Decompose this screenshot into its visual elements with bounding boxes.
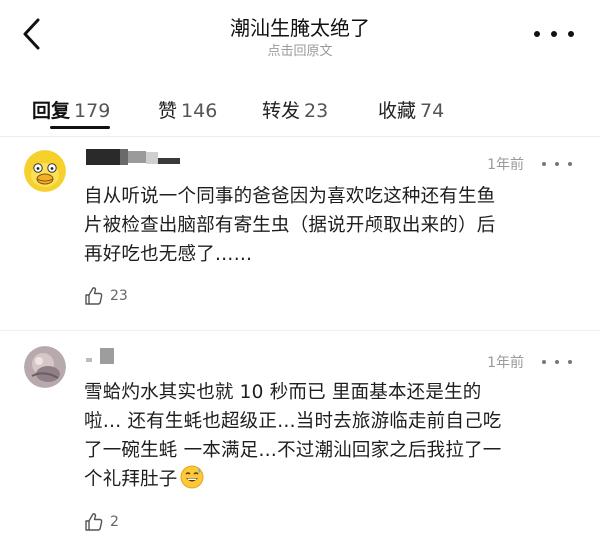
comment-text: 自从听说一个同事的爸爸因为喜欢吃这种还有生鱼 片被检查出脑部有寄生虫（据说开颅取…: [84, 182, 584, 269]
comment-line: 了一碗生蚝 一本满足…不过潮汕回家之后我拉了一: [84, 440, 502, 461]
tab-label: 回复: [32, 100, 71, 122]
avatar[interactable]: [24, 150, 66, 192]
tab-favorites[interactable]: 收藏 74: [378, 96, 444, 123]
photo-avatar-icon: [24, 346, 66, 388]
like-button[interactable]: 23: [84, 286, 128, 306]
view-original-link[interactable]: 点击回原文: [0, 40, 600, 59]
tab-count: 74: [420, 100, 445, 122]
comment-separator: [0, 330, 600, 331]
tab-replies[interactable]: 回复 179: [32, 96, 110, 123]
more-dots-icon[interactable]: [542, 158, 572, 170]
active-tab-indicator: [50, 126, 110, 129]
comment-line-last: 个礼拜肚子: [84, 465, 584, 494]
like-button[interactable]: 2: [84, 512, 119, 532]
tab-label: 转发: [262, 100, 301, 122]
tab-count: 146: [181, 100, 218, 122]
username-redacted[interactable]: [86, 346, 146, 364]
comment-line: 再好吃也无感了……: [84, 244, 253, 265]
comment-text: 雪蛤灼水其实也就 10 秒而已 里面基本还是生的 啦… 还有生蚝也超级正…当时去…: [84, 378, 584, 494]
like-count: 2: [110, 514, 119, 530]
comment-time: 1年前: [487, 157, 524, 173]
tab-divider: [0, 136, 600, 137]
redacted-name-icon: [86, 348, 114, 364]
tab-bar: 回复 179 赞 146 转发 23 收藏 74: [0, 96, 600, 136]
tab-count: 23: [304, 100, 329, 122]
redacted-name-icon: [86, 149, 180, 165]
duck-avatar-icon: [24, 150, 66, 192]
more-dots-icon[interactable]: [534, 22, 574, 46]
thumbs-up-icon: [85, 287, 103, 305]
username-redacted[interactable]: [86, 148, 186, 165]
sweat-smile-emoji-icon: [180, 465, 204, 489]
thumbs-up-icon: [85, 513, 103, 531]
more-dots-icon[interactable]: [542, 356, 572, 368]
top-bar: 潮汕生腌太绝了 点击回原文: [0, 0, 600, 72]
comment-line: 片被检查出脑部有寄生虫（据说开颅取出来的）后: [84, 215, 496, 236]
comment-time: 1年前: [487, 355, 524, 371]
avatar[interactable]: [24, 346, 66, 388]
comment-line: 自从听说一个同事的爸爸因为喜欢吃这种还有生鱼: [84, 186, 496, 207]
tab-label: 赞: [158, 100, 178, 122]
page-title: 潮汕生腌太绝了: [230, 16, 370, 40]
tab-count: 179: [74, 100, 111, 122]
tab-label: 收藏: [378, 100, 417, 122]
tab-likes[interactable]: 赞 146: [158, 96, 217, 123]
comment-line: 个礼拜肚子: [84, 469, 178, 490]
tab-reposts[interactable]: 转发 23: [262, 96, 328, 123]
comment-line: 啦… 还有生蚝也超级正…当时去旅游临走前自己吃: [84, 411, 502, 432]
comment-line: 雪蛤灼水其实也就 10 秒而已 里面基本还是生的: [84, 382, 482, 403]
like-count: 23: [110, 288, 128, 304]
